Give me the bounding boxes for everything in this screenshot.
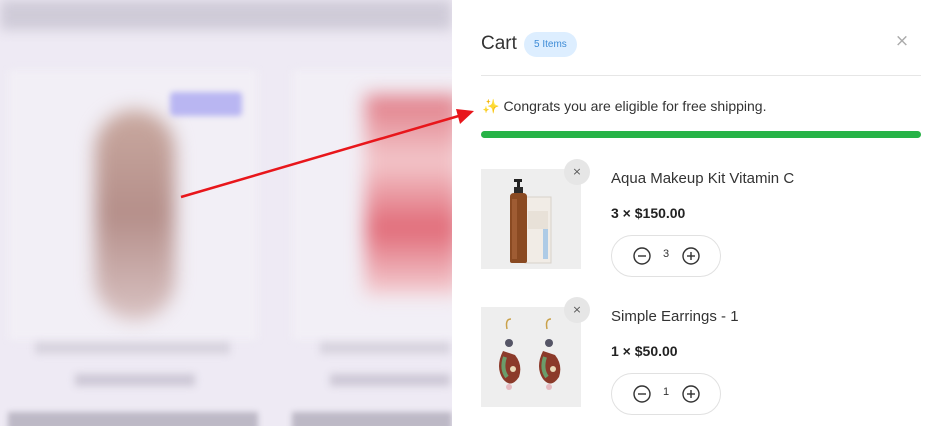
blurred-product-image (95, 110, 175, 320)
product-thumbnail[interactable] (481, 169, 581, 269)
minus-circle-icon[interactable] (632, 246, 652, 266)
blurred-product-price (75, 374, 195, 386)
cart-item-name[interactable]: Aqua Makeup Kit Vitamin C (611, 170, 794, 187)
cart-item: × Simple Earrings - 1 1 × $50.00 1 (481, 297, 921, 417)
blurred-product-title (320, 342, 450, 354)
blurred-storefront-background (0, 0, 452, 426)
cart-drawer: Cart 5 Items × ✨ Congrats you are eligibl… (452, 0, 950, 426)
close-icon[interactable]: × (892, 31, 912, 51)
blurred-product-price (330, 374, 450, 386)
plus-circle-icon[interactable] (681, 384, 701, 404)
cart-item-count-badge: 5 Items (524, 32, 577, 57)
cart-header: Cart 5 Items × (481, 31, 921, 76)
sparkle-icon: ✨ (482, 98, 500, 114)
product-thumbnail[interactable] (481, 307, 581, 407)
blurred-add-to-cart (8, 412, 258, 426)
quantity-value[interactable]: 1 (656, 386, 676, 398)
blurred-header (0, 0, 452, 30)
blurred-add-to-cart (292, 412, 452, 426)
quantity-stepper: 1 (611, 373, 721, 415)
blurred-product-title (35, 342, 230, 354)
blurred-sale-badge (170, 92, 242, 116)
free-shipping-progress-fill (481, 131, 921, 138)
minus-circle-icon[interactable] (632, 384, 652, 404)
cart-item: × Aqua Makeup Kit Vitamin C 3 × $150.00 … (481, 159, 921, 279)
free-shipping-message: ✨ Congrats you are eligible for free ship… (482, 98, 766, 115)
remove-item-button[interactable]: × (564, 159, 590, 185)
quantity-value[interactable]: 3 (656, 248, 676, 260)
cart-title: Cart (481, 33, 517, 54)
free-shipping-progress-bar (481, 131, 921, 138)
cart-item-name[interactable]: Simple Earrings - 1 (611, 308, 739, 325)
earrings-pair-icon (499, 318, 561, 390)
plus-circle-icon[interactable] (681, 246, 701, 266)
blurred-product-image (365, 95, 452, 295)
quantity-stepper: 3 (611, 235, 721, 277)
free-shipping-text: Congrats you are eligible for free shipp… (503, 98, 767, 114)
cart-item-price: 3 × $150.00 (611, 205, 686, 221)
remove-item-button[interactable]: × (564, 297, 590, 323)
cart-item-price: 1 × $50.00 (611, 343, 678, 359)
pump-bottle-with-box-icon (510, 179, 552, 264)
